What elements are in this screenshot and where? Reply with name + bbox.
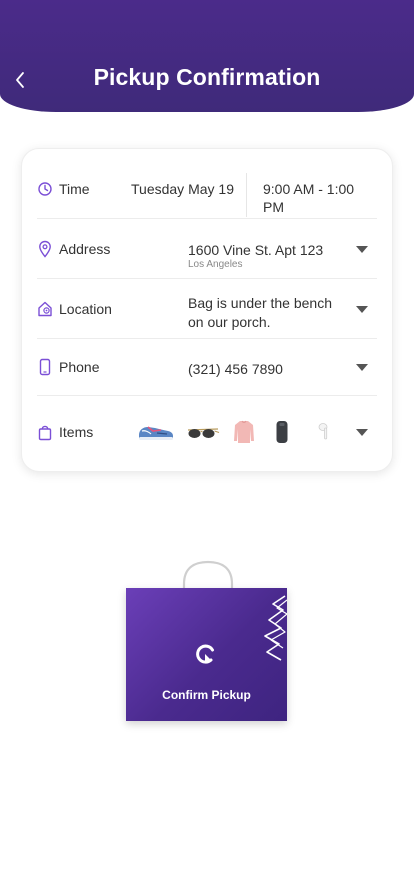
phone-number: (321) 456 7890 (188, 361, 283, 377)
confirm-pickup-button[interactable]: Confirm Pickup (126, 556, 288, 724)
pink-sweater-thumbnail[interactable] (233, 419, 255, 445)
page-title: Pickup Confirmation (93, 64, 321, 90)
phone-icon (39, 358, 51, 376)
sunglasses-thumbnail[interactable] (185, 423, 221, 441)
location-row[interactable]: Location Bag is under the bench on our p… (37, 279, 377, 339)
pickup-window[interactable]: 9:00 AM - 1:00 PM (263, 180, 377, 216)
divider (246, 173, 247, 217)
chevron-down-icon[interactable] (355, 304, 369, 314)
chevron-down-icon[interactable] (355, 362, 369, 372)
phone-label: Phone (59, 359, 100, 375)
location-line2: on our porch. (188, 314, 271, 330)
items-label: Items (59, 424, 94, 440)
items-row[interactable]: Items (37, 396, 377, 468)
chevron-down-icon[interactable] (355, 244, 369, 254)
refresh-logo-icon (196, 644, 214, 664)
address-row[interactable]: Address 1600 Vine St. Apt 123 Los Angele… (37, 219, 377, 279)
home-pin-icon (38, 301, 52, 316)
bag-icon (38, 425, 52, 441)
speaker-thumbnail[interactable] (275, 419, 289, 445)
pickup-details-card: Time Tuesday May 19 9:00 AM - 1:00 PM Ad… (21, 148, 393, 472)
phone-row[interactable]: Phone (321) 456 7890 (37, 339, 377, 396)
earbud-thumbnail[interactable] (317, 422, 331, 442)
pickup-date[interactable]: Tuesday May 19 (131, 180, 234, 198)
address-city: Los Angeles (188, 259, 243, 270)
time-label: Time (59, 180, 90, 197)
decorative-squiggle (264, 595, 287, 661)
chevron-down-icon[interactable] (355, 427, 369, 437)
sneaker-thumbnail[interactable] (137, 421, 175, 443)
time-row[interactable]: Time Tuesday May 19 9:00 AM - 1:00 PM (37, 159, 377, 219)
confirm-pickup-label: Confirm Pickup (162, 688, 251, 702)
app-header: Pickup Confirmation (0, 0, 414, 112)
shopping-bag: Confirm Pickup (126, 588, 287, 721)
location-line1: Bag is under the bench (188, 295, 332, 311)
address-line1: 1600 Vine St. Apt 123 (188, 242, 324, 258)
location-label: Location (59, 300, 112, 317)
address-label: Address (59, 240, 111, 257)
map-pin-icon (39, 240, 51, 258)
clock-icon (38, 181, 52, 196)
